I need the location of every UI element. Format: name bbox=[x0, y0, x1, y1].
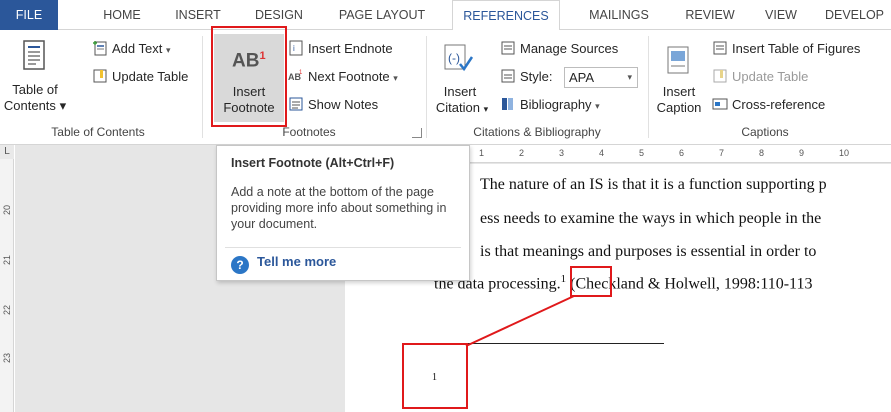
help-icon: ? bbox=[231, 256, 249, 274]
tooltip-body: Add a note at the bottom of the page pro… bbox=[231, 185, 447, 231]
tooltip-title: Insert Footnote (Alt+Ctrl+F) bbox=[231, 156, 395, 170]
tell-me-more-label: Tell me more bbox=[257, 254, 337, 269]
insert-footnote-tooltip: Insert Footnote (Alt+Ctrl+F) Add a note … bbox=[216, 145, 470, 281]
tell-me-more-link[interactable]: ? Tell me more bbox=[231, 254, 336, 274]
tooltip-separator bbox=[225, 247, 461, 248]
